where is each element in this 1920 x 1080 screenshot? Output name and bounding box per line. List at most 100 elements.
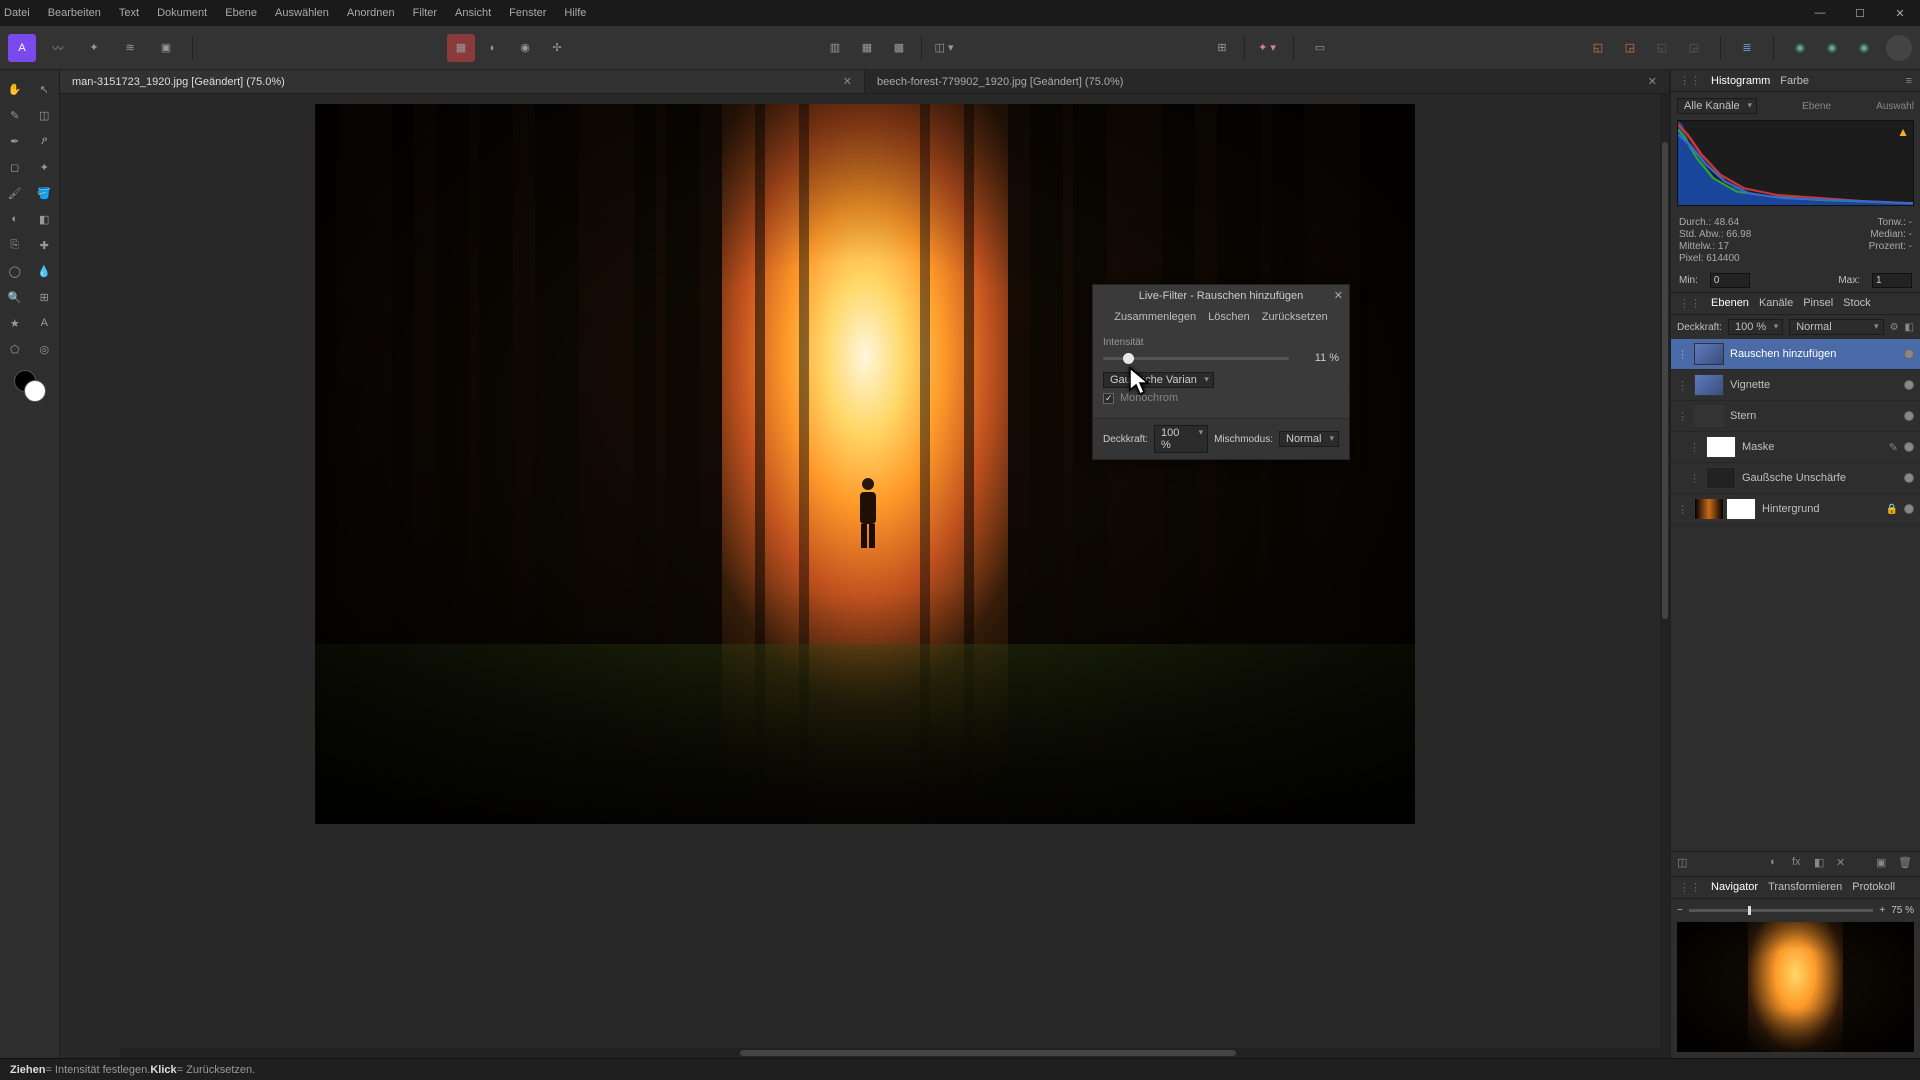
slider-thumb[interactable] <box>1123 353 1134 364</box>
tab-history[interactable]: Protokoll <box>1852 881 1895 894</box>
tab-brushes[interactable]: Pinsel <box>1803 297 1833 310</box>
arrange-dim2-icon[interactable]: ◲ <box>1680 34 1708 62</box>
layer-row[interactable]: ⋮ Hintergrund 🔒 <box>1671 494 1920 525</box>
document-tab-1[interactable]: man-3151723_1920.jpg [Geändert] (75.0%) … <box>60 70 865 93</box>
tab-histogram[interactable]: Histogramm <box>1711 75 1770 87</box>
crop-mode-icon[interactable]: ◫ ▾ <box>930 34 958 62</box>
layer-group-icon[interactable]: ▣ <box>1876 856 1892 872</box>
arrange-back-icon[interactable]: ◱ <box>1584 34 1612 62</box>
grid3-icon[interactable]: ▩ <box>885 34 913 62</box>
tab-transform[interactable]: Transformieren <box>1768 881 1842 894</box>
close-button[interactable]: ✕ <box>1880 0 1920 26</box>
delete-button[interactable]: Löschen <box>1208 311 1250 323</box>
zoom-slider[interactable] <box>1689 909 1874 912</box>
menu-anordnen[interactable]: Anordnen <box>347 7 395 19</box>
layer-row[interactable]: ⋮ Maske ✎ <box>1671 432 1920 463</box>
pen-tool-icon[interactable]: ✒ <box>0 128 30 154</box>
flood-select-tool-icon[interactable]: ✦ <box>30 154 60 180</box>
visibility-toggle[interactable] <box>1904 380 1914 390</box>
menu-fenster[interactable]: Fenster <box>509 7 546 19</box>
zoom-in-button[interactable]: + <box>1879 905 1885 916</box>
lock-icon[interactable]: 🔒 <box>1886 504 1898 515</box>
eraser-tool-icon[interactable]: ◧ <box>30 206 60 232</box>
crop-tool-icon[interactable]: ◫ <box>30 102 60 128</box>
layer-row[interactable]: ⋮ Gaußsche Unschärfe <box>1671 463 1920 494</box>
brush-tool-icon[interactable]: 🖌 <box>0 180 30 206</box>
vertical-scrollbar[interactable] <box>1660 94 1670 1048</box>
close-icon[interactable]: ✕ <box>843 75 852 88</box>
tab-stock[interactable]: Stock <box>1843 297 1871 310</box>
visibility-toggle[interactable] <box>1904 411 1914 421</box>
clone-tool-icon[interactable]: ⎘ <box>0 232 30 258</box>
shape-tool-icon[interactable]: ★ <box>0 310 30 336</box>
selection-brush-tool-icon[interactable]: ዖ <box>30 128 60 154</box>
assistant-icon[interactable]: ✦ ▾ <box>1253 34 1281 62</box>
menu-datei[interactable]: Datei <box>4 7 30 19</box>
monochrome-checkbox[interactable] <box>1103 393 1114 404</box>
panel-grip-icon[interactable]: ⋮⋮ <box>1679 74 1701 87</box>
panel-grip-icon[interactable]: ⋮⋮ <box>1679 881 1701 894</box>
zoom-tool-icon[interactable]: 🔍 <box>0 284 30 310</box>
blend-dropdown[interactable]: Normal <box>1279 431 1339 447</box>
menu-ebene[interactable]: Ebene <box>225 7 257 19</box>
selection-quick-icon[interactable]: ✢ <box>543 34 571 62</box>
zoom-out-button[interactable]: − <box>1677 905 1683 916</box>
tab-channels[interactable]: Kanäle <box>1759 297 1793 310</box>
panel-menu-icon[interactable]: ≡ <box>1906 75 1912 87</box>
mesh-tool-icon[interactable]: ⊞ <box>30 284 60 310</box>
close-icon[interactable]: ✕ <box>1334 289 1343 302</box>
menu-bearbeiten[interactable]: Bearbeiten <box>48 7 101 19</box>
max-input[interactable] <box>1872 273 1912 288</box>
snap1-icon[interactable]: ◉ <box>1786 34 1814 62</box>
layer-blend-dropdown[interactable]: Normal <box>1789 319 1883 335</box>
channel-dropdown[interactable]: Alle Kanäle <box>1677 98 1757 114</box>
min-input[interactable] <box>1710 273 1750 288</box>
scope-selection-label[interactable]: Auswahl <box>1876 101 1914 112</box>
preview-icon[interactable]: ▭ <box>1306 34 1334 62</box>
visibility-toggle[interactable] <box>1904 349 1914 359</box>
layer-more-icon[interactable]: ◧ <box>1905 322 1914 333</box>
tab-color[interactable]: Farbe <box>1780 75 1809 87</box>
vector-tool-icon[interactable]: ⬠ <box>0 336 30 362</box>
viewport[interactable]: Live-Filter - Rauschen hinzufügen ✕ Zusa… <box>60 94 1670 1058</box>
menu-dokument[interactable]: Dokument <box>157 7 207 19</box>
reset-button[interactable]: Zurücksetzen <box>1262 311 1328 323</box>
heal-tool-icon[interactable]: ✚ <box>30 232 60 258</box>
menu-filter[interactable]: Filter <box>413 7 437 19</box>
transform-icon[interactable]: ⊞ <box>1208 34 1236 62</box>
panel-grip-icon[interactable]: ⋮⋮ <box>1679 297 1701 310</box>
visibility-toggle[interactable] <box>1904 442 1914 452</box>
menu-text[interactable]: Text <box>119 7 139 19</box>
layer-fx-icon[interactable]: ⚙ <box>1890 322 1899 333</box>
alignment-icon[interactable]: ≣ <box>1733 34 1761 62</box>
persona-export-icon[interactable]: ▣ <box>152 34 180 62</box>
marquee-tool-icon[interactable]: ◻ <box>0 154 30 180</box>
move-tool-icon[interactable]: ↖ <box>30 76 60 102</box>
layer-fx-icon[interactable]: fx <box>1792 856 1808 872</box>
distribution-dropdown[interactable]: Gauß'sche Varian <box>1103 372 1214 388</box>
layer-row[interactable]: ⋮ Rauschen hinzufügen <box>1671 339 1920 370</box>
selection-color-icon[interactable]: ◉ <box>511 34 539 62</box>
navigator-thumbnail[interactable] <box>1677 922 1914 1052</box>
minimize-button[interactable]: — <box>1800 0 1840 26</box>
account-avatar[interactable] <box>1886 35 1912 61</box>
foreground-color-swatch[interactable] <box>24 380 46 402</box>
dodge-tool-icon[interactable]: ◯ <box>0 258 30 284</box>
visibility-toggle[interactable] <box>1904 473 1914 483</box>
maximize-button[interactable]: ☐ <box>1840 0 1880 26</box>
color-picker-tool-icon[interactable]: ✎ <box>0 102 30 128</box>
merge-button[interactable]: Zusammenlegen <box>1114 311 1196 323</box>
persona-liquify-icon[interactable]: 〰 <box>44 34 72 62</box>
live-filter-dialog[interactable]: Live-Filter - Rauschen hinzufügen ✕ Zusa… <box>1092 284 1350 460</box>
grid-icon[interactable]: ▥ <box>821 34 849 62</box>
color-swatch[interactable] <box>14 370 46 402</box>
document-tab-2[interactable]: beech-forest-779902_1920.jpg [Geändert] … <box>865 70 1670 93</box>
layer-adjust-icon[interactable]: ◐ <box>1770 856 1786 872</box>
fill-tool-icon[interactable]: 🪣 <box>30 180 60 206</box>
visibility-toggle[interactable] <box>1904 504 1914 514</box>
layer-row[interactable]: ⋮ Vignette <box>1671 370 1920 401</box>
hand-tool-icon[interactable]: ✋ <box>0 76 30 102</box>
menu-auswaehlen[interactable]: Auswählen <box>275 7 329 19</box>
opacity-dropdown[interactable]: 100 % <box>1154 425 1208 453</box>
intensity-slider[interactable] <box>1103 357 1289 360</box>
